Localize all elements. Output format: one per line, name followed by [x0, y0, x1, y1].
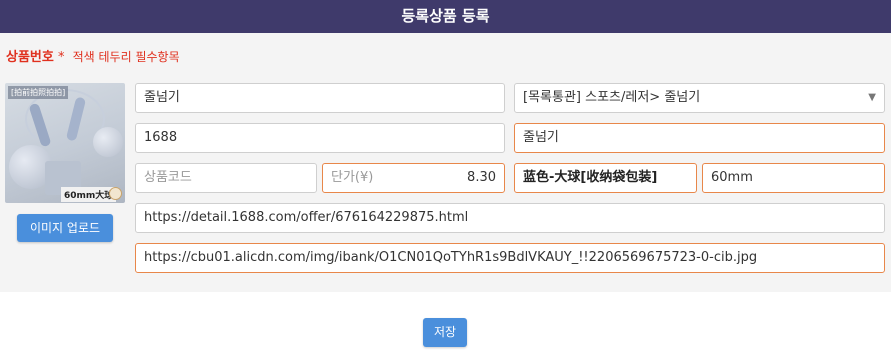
- required-note: 적색 테두리 필수항목: [72, 50, 180, 64]
- option-color-input[interactable]: 蓝色-大球[收纳袋包装]: [514, 163, 697, 193]
- unit-price-value: 8.30: [467, 170, 496, 185]
- image-url-input[interactable]: https://cbu01.alicdn.com/img/ibank/O1CN0…: [135, 243, 885, 273]
- form-panel: 상품번호 * 적색 테두리 필수항목 [拍前拍照拍拍] 60mm大球 이미지 업…: [0, 33, 891, 292]
- product-code-input[interactable]: 상품코드: [135, 163, 317, 193]
- section-label: 상품번호 * 적색 테두리 필수항목: [6, 46, 180, 65]
- save-button[interactable]: 저장: [423, 318, 467, 347]
- product-image: [拍前拍照拍拍] 60mm大球: [5, 83, 125, 203]
- image-badge-icon: [109, 187, 122, 200]
- product-number-label: 상품번호: [6, 50, 54, 65]
- chevron-down-icon: ▼: [868, 92, 876, 103]
- modal-title: 등록상품 등록: [0, 0, 891, 33]
- unit-price-input[interactable]: 단가(¥) 8.30: [322, 163, 505, 193]
- image-upload-button[interactable]: 이미지 업로드: [17, 214, 113, 242]
- vendor-input[interactable]: 1688: [135, 123, 505, 153]
- option-size-input[interactable]: 60mm: [702, 163, 885, 193]
- required-mark: *: [57, 50, 65, 65]
- image-size-tag: 60mm大球: [61, 187, 117, 202]
- category-select[interactable]: [목록통관] 스포츠/레저> 줄넘기 ▼: [514, 83, 885, 113]
- category-value: [목록통관] 스포츠/레저> 줄넘기: [523, 90, 701, 105]
- image-caption: [拍前拍照拍拍]: [8, 86, 69, 99]
- korean-name-input[interactable]: 줄넘기: [514, 123, 885, 153]
- offer-url-input[interactable]: https://detail.1688.com/offer/6761642298…: [135, 203, 885, 233]
- product-name-input[interactable]: 줄넘기: [135, 83, 505, 113]
- unit-price-label: 단가(¥): [331, 170, 374, 185]
- ball-graphic: [93, 127, 123, 157]
